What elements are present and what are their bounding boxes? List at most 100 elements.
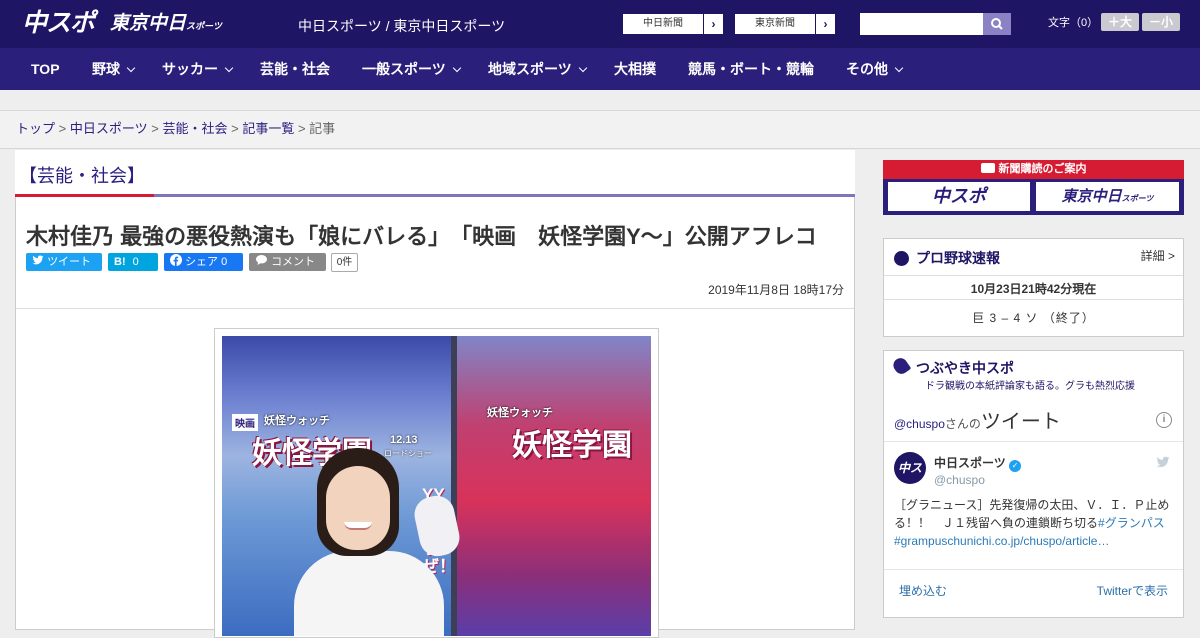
search-button[interactable]	[983, 13, 1011, 35]
chunichi-shimbun-label: 中日新聞	[623, 14, 704, 34]
comment-button[interactable]: コメント	[249, 253, 326, 271]
header-separator	[16, 308, 854, 309]
baseball-detail-link[interactable]: 詳細 >	[1141, 247, 1175, 264]
widget-footer-divider	[884, 569, 1183, 570]
twitter-widget: つぶやき中スポ ドラ観戦の本紙評論家も語る。グラも熱烈応援 @chuspoさんの…	[883, 350, 1184, 618]
tokyo-shimbun-link[interactable]: 東京新聞 ›	[734, 13, 836, 35]
breadcrumb-link-article-list[interactable]: 記事一覧	[242, 121, 294, 136]
newspaper-icon	[980, 163, 995, 173]
chevron-down-icon	[894, 63, 904, 73]
nav-label: 大相撲	[614, 61, 656, 77]
nav-label: サッカー	[162, 61, 218, 77]
facebook-share-button[interactable]: シェア 0	[164, 253, 243, 271]
nav-label: 野球	[92, 61, 120, 77]
chevron-right-icon: ›	[816, 14, 835, 34]
megaphone-icon	[890, 355, 912, 377]
ad-band	[0, 90, 1200, 111]
baseball-divider	[884, 275, 1183, 276]
article-photo[interactable]: 映画 妖怪ウォッチ 妖怪学園 12.13 ロードショー 妖怪ウォッチ 妖怪学園 …	[214, 328, 659, 638]
subscribe-tokyo-logo: 東京中日スポーツ	[1036, 182, 1179, 211]
nav-regional-sports[interactable]: 地域スポーツ	[488, 48, 587, 90]
breadcrumb-separator: >	[297, 121, 306, 136]
widget-handle[interactable]: @chuspo	[894, 417, 945, 431]
chevron-down-icon	[452, 63, 461, 73]
breadcrumb: トップ > 中日スポーツ > 芸能・社会 > 記事一覧 > 記事	[0, 111, 1200, 149]
subscription-banner[interactable]: 新聞購読のご案内 中スポ 東京中日スポーツ	[883, 160, 1184, 215]
tsubuyaki-title: つぶやき中スポ	[916, 360, 1014, 376]
breadcrumb-separator: >	[151, 121, 159, 136]
nav-racing[interactable]: 競馬・ボート・競輪	[688, 48, 814, 90]
nav-label: 地域スポーツ	[488, 61, 572, 77]
tweet-handle[interactable]: @chuspo	[934, 473, 985, 487]
tweet-author[interactable]: 中日スポーツ ✓	[934, 454, 1022, 472]
poster-text-roadshow: ロードショー	[384, 449, 432, 458]
widget-header: @chuspoさんのツイート	[894, 405, 1061, 434]
embed-link[interactable]: 埋め込む	[899, 582, 947, 599]
avatar[interactable]: 中ス	[894, 452, 926, 484]
comment-count-badge: 0件	[331, 253, 358, 272]
twitter-bird-icon	[32, 255, 44, 265]
subscribe-tokyo-logo-sub: スポーツ	[1121, 194, 1154, 203]
article-headline: 木村佳乃 最強の悪役熱演も「娘にバレる」 「映画 妖怪学園Y～」公開アフレコ	[26, 224, 817, 249]
info-icon[interactable]: i	[1156, 412, 1172, 428]
baseball-timestamp: 10月23日21時42分現在	[970, 282, 1097, 296]
hatena-bookmark-button[interactable]: B! 0	[108, 253, 158, 271]
hatena-label: B!	[114, 256, 126, 268]
baseball-title: プロ野球速報	[916, 250, 1000, 266]
person-smile	[344, 522, 372, 530]
nav-entertainment[interactable]: 芸能・社会	[260, 48, 330, 90]
tweet-hashtag[interactable]: #グランパス	[1098, 516, 1165, 530]
baseball-divider	[884, 299, 1183, 300]
chevron-down-icon	[224, 63, 234, 73]
article-box: 木村佳乃 最強の悪役熱演も「娘にバレる」 「映画 妖怪学園Y～」公開アフレコ ツ…	[15, 197, 855, 638]
search-input[interactable]	[860, 13, 983, 35]
baseball-score[interactable]: 巨 3 – 4 ソ （終了）	[884, 309, 1183, 326]
poster-text-watch: 妖怪ウォッチ	[264, 415, 330, 427]
chevron-down-icon	[126, 63, 136, 73]
top-header: 中スポ 東京中日スポーツ 中日スポーツ / 東京中日スポーツ 中日新聞 › 東京…	[0, 0, 1200, 48]
view-on-twitter-link[interactable]: Twitterで表示	[1097, 582, 1168, 599]
tweet-link[interactable]: #grampuschunichi.co.jp/chuspo/article…	[894, 534, 1109, 548]
nav-other[interactable]: その他	[846, 48, 904, 90]
person-face	[326, 466, 390, 550]
nav-top[interactable]: TOP	[31, 48, 60, 90]
chevron-down-icon	[578, 63, 587, 73]
facebook-icon	[170, 254, 182, 266]
widget-divider	[884, 441, 1183, 442]
subscription-title: 新聞購読のご案内	[883, 160, 1184, 179]
breadcrumb-link-chunichi-sports[interactable]: 中日スポーツ	[70, 121, 148, 136]
speech-bubble-icon	[256, 255, 267, 265]
twitter-bird-icon[interactable]	[1155, 455, 1171, 469]
nav-baseball[interactable]: 野球	[92, 48, 136, 90]
tokyo-chunichi-logo[interactable]: 東京中日スポーツ	[110, 12, 222, 38]
breadcrumb-link-top[interactable]: トップ	[16, 121, 55, 136]
nav-general-sports[interactable]: 一般スポーツ	[362, 48, 461, 90]
verified-icon: ✓	[1009, 460, 1022, 472]
hatena-count: 0	[132, 256, 139, 268]
font-larger-button[interactable]: ＋大	[1101, 13, 1139, 31]
tweet-label: ツイート	[47, 256, 92, 268]
chevron-right-icon: ›	[704, 14, 723, 34]
breadcrumb-separator: >	[231, 121, 239, 136]
chunichi-shimbun-link[interactable]: 中日新聞 ›	[622, 13, 724, 35]
breadcrumb-separator: >	[58, 121, 67, 136]
subscribe-chuspo-logo: 中スポ	[888, 182, 1030, 211]
nav-label: 一般スポーツ	[362, 61, 446, 77]
poster-text-watch-right: 妖怪ウォッチ	[487, 407, 553, 419]
nav-sumo[interactable]: 大相撲	[614, 48, 656, 90]
site-title[interactable]: 中日スポーツ / 東京中日スポーツ	[298, 16, 505, 36]
tokyo-shimbun-label: 東京新聞	[735, 14, 816, 34]
main-nav: TOP 野球 サッカー 芸能・社会 一般スポーツ 地域スポーツ 大相撲 競馬・ボ…	[0, 48, 1200, 90]
tweet-button[interactable]: ツイート	[26, 253, 102, 271]
subscribe-tokyo-logo-text: 東京中日	[1061, 188, 1122, 205]
breadcrumb-link-entertainment[interactable]: 芸能・社会	[162, 121, 227, 136]
nav-soccer[interactable]: サッカー	[162, 48, 234, 90]
font-size-label: 文字（0）	[1048, 17, 1099, 29]
search-icon	[991, 18, 1003, 30]
chuspo-logo[interactable]: 中スポ	[22, 8, 95, 38]
widget-title: ツイート	[980, 411, 1061, 433]
photo-image: 映画 妖怪ウォッチ 妖怪学園 12.13 ロードショー 妖怪ウォッチ 妖怪学園 …	[222, 336, 651, 636]
tweet-text: ［グラニュース］先発復帰の太田、Ｖ．Ｉ．Ｐ止める！！ Ｊ１残留へ負の連鎖断ち切る…	[894, 496, 1176, 550]
font-smaller-button[interactable]: －小	[1142, 13, 1180, 31]
comment-label: コメント	[271, 256, 316, 268]
